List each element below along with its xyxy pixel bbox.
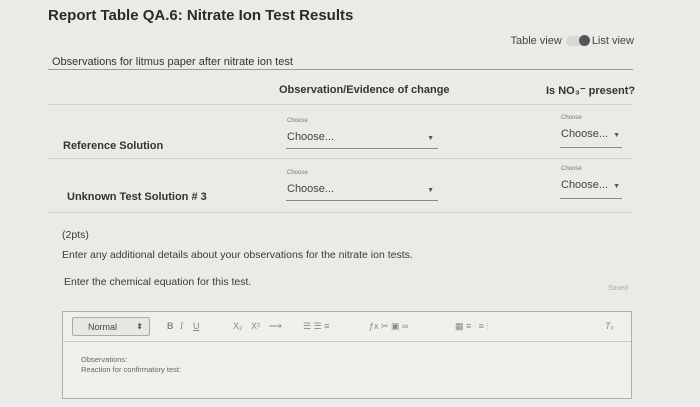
select-underline [286,200,438,201]
chevron-down-icon: ▼ [613,183,620,190]
arrow-button[interactable]: ⟶ [269,321,282,332]
select-value: Choose... [287,131,335,143]
list-buttons[interactable]: ☰ ☰ ≡ [303,321,329,332]
rich-text-editor[interactable]: Normal ⬍ B I U X₂ X² ⟶ ☰ ☰ ≡ ƒx ✂ ▣ ∞ ▦ … [62,311,632,399]
select-underline [560,147,622,148]
column-header-observation: Observation/Evidence of change [279,84,450,96]
present-select-unknown[interactable]: Choose Choose... ▼ [560,166,622,200]
list-view-label[interactable]: List view [592,35,634,47]
observation-select-reference[interactable]: Choose Choose... ▼ [286,118,438,150]
subscript-button[interactable]: X₂ [233,321,243,331]
updown-icon: ⬍ [136,322,143,331]
select-hint: Choose [561,115,582,121]
select-value: Choose... [561,128,609,140]
row-label-reference: Reference Solution [63,140,164,152]
editor-line-reaction: Reaction for confirmatory test: [81,365,182,374]
table-bottom-divider [48,212,633,213]
table-row-divider [48,158,633,159]
format-select-value: Normal [88,322,118,332]
table-view-label[interactable]: Table view [510,35,561,47]
chevron-down-icon: ▼ [427,187,434,194]
report-title: Report Table QA.6: Nitrate Ion Test Resu… [48,7,354,24]
select-value: Choose... [287,183,335,195]
clear-format-icon[interactable]: Tₓ [605,321,614,331]
table-buttons[interactable]: ▦ ≡ ⫶ ≡ ⫶ [455,321,489,332]
bold-button[interactable]: B [167,321,174,331]
present-select-reference[interactable]: Choose Choose... ▼ [560,115,622,149]
chevron-down-icon: ▼ [613,132,620,139]
question-prompt-equation: Enter the chemical equation for this tes… [64,276,252,288]
toggle-knob [578,35,590,46]
points-label: (2pts) [62,229,89,241]
editor-toolbar: Normal ⬍ B I U X₂ X² ⟶ ☰ ☰ ≡ ƒx ✂ ▣ ∞ ▦ … [63,312,631,342]
select-underline [560,198,622,199]
section-divider [48,69,633,70]
section-heading: Observations for litmus paper after nitr… [52,56,293,68]
observation-select-unknown[interactable]: Choose Choose... ▼ [286,170,438,202]
chevron-down-icon: ▼ [427,135,434,142]
table-header-divider [48,104,633,105]
editor-line-observations: Observations: [81,355,128,364]
select-hint: Choose [287,170,308,176]
insert-buttons[interactable]: ƒx ✂ ▣ ∞ [369,321,408,332]
select-value: Choose... [561,179,609,191]
select-hint: Choose [561,166,582,172]
saved-status: Saved [608,285,628,292]
column-header-present: Is NO₃⁻ present? [546,85,636,97]
view-toggle[interactable]: Table view List view [510,35,634,47]
select-hint: Choose [287,118,308,124]
superscript-button[interactable]: X² [251,321,260,331]
view-toggle-switch[interactable] [565,35,590,46]
select-underline [286,148,438,149]
question-prompt-details: Enter any additional details about your … [62,249,413,261]
row-label-unknown: Unknown Test Solution # 3 [67,191,207,203]
editor-content[interactable]: Observations: Reaction for confirmatory … [81,355,181,375]
italic-button[interactable]: I [180,321,183,331]
underline-button[interactable]: U [193,321,200,331]
format-select[interactable]: Normal ⬍ [72,317,150,336]
